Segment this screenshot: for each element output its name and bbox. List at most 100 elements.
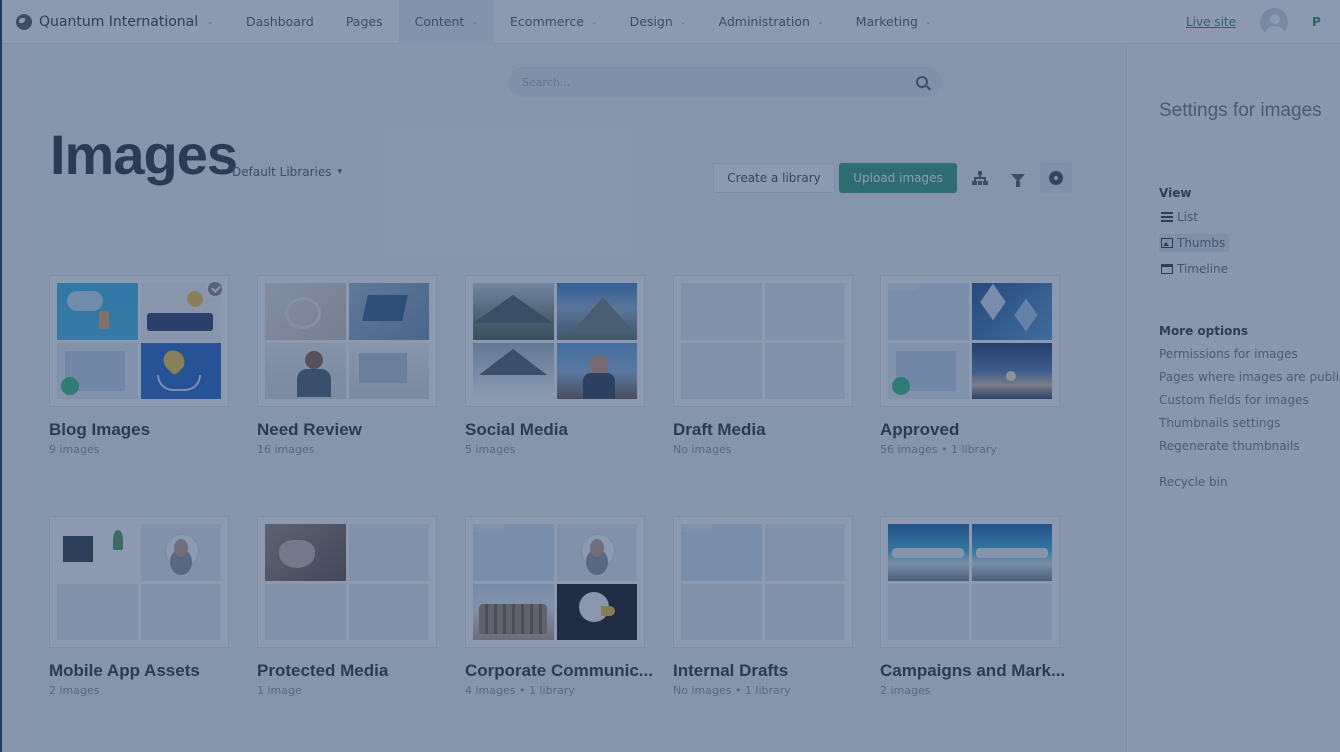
create-library-button[interactable]: Create a library — [713, 163, 835, 193]
library-card[interactable]: Campaigns and Mark... 2 images — [880, 516, 1065, 697]
view-option-list[interactable]: List — [1159, 208, 1229, 226]
library-thumbnail[interactable] — [880, 275, 1060, 407]
view-option-label: Timeline — [1177, 262, 1229, 276]
library-thumbnail[interactable] — [465, 516, 645, 648]
library-thumbnail[interactable] — [257, 516, 437, 648]
nav-item-pages[interactable]: Pages — [330, 0, 399, 44]
image-preview — [265, 283, 346, 340]
more-option-link[interactable]: Thumbnails settings — [1159, 416, 1340, 430]
library-thumbnail[interactable] — [673, 275, 853, 407]
library-thumbnail[interactable] — [465, 275, 645, 407]
nav-item-label: Marketing — [855, 14, 918, 29]
image-preview — [140, 524, 221, 581]
search-input[interactable] — [522, 75, 916, 89]
recycle-bin-link[interactable]: Recycle bin — [1159, 475, 1340, 489]
more-option-link[interactable]: Permissions for images — [1159, 347, 1340, 361]
more-option-link[interactable]: Custom fields for images — [1159, 393, 1340, 407]
nav-item-marketing[interactable]: Marketing ⌄ — [840, 0, 948, 44]
library-meta: 16 images — [257, 443, 315, 456]
top-navigation-bar: Quantum International ⌄ Dashboard Pages Co… — [0, 0, 1340, 44]
library-card[interactable]: Social Media 5 images — [465, 275, 645, 456]
library-meta: 5 images — [465, 443, 516, 456]
panel-title: Settings for images — [1159, 100, 1322, 121]
library-name[interactable]: Approved — [880, 420, 1060, 440]
library-thumbnail[interactable] — [257, 275, 437, 407]
library-card[interactable]: Approved 56 images • 1 library — [880, 275, 1060, 456]
library-name[interactable]: Draft Media — [673, 420, 853, 440]
library-thumbnail[interactable] — [880, 516, 1060, 648]
nav-item-dashboard[interactable]: Dashboard — [230, 0, 330, 44]
library-card[interactable]: Draft Media No images — [673, 275, 853, 456]
structure-button[interactable] — [964, 163, 996, 193]
check-circle-icon[interactable] — [206, 280, 224, 298]
empty-preview — [57, 583, 138, 640]
library-name[interactable]: Social Media — [465, 420, 645, 440]
library-card[interactable]: Need Review 16 images — [257, 275, 437, 456]
nav-item-administration[interactable]: Administration ⌄ — [703, 0, 840, 44]
chevron-down-icon: ⌄ — [924, 17, 932, 26]
empty-preview — [764, 283, 845, 340]
nav-item-label: Design — [629, 14, 673, 29]
more-options-heading: More options — [1159, 324, 1249, 338]
library-card[interactable]: Mobile App Assets 2 images — [49, 516, 229, 697]
user-avatar[interactable] — [1258, 6, 1290, 38]
library-selector-label: Default Libraries — [232, 165, 332, 179]
library-name[interactable]: Corporate Communic... — [465, 661, 653, 681]
view-options: List Thumbs Timeline — [1159, 208, 1340, 278]
empty-preview — [971, 583, 1052, 640]
library-thumbnail[interactable] — [49, 275, 229, 407]
more-option-link[interactable]: Regenerate thumbnails — [1159, 439, 1340, 453]
gear-icon — [1049, 171, 1063, 185]
library-name[interactable]: Blog Images — [49, 420, 229, 440]
image-preview — [556, 583, 637, 640]
chevron-down-icon: ⌄ — [471, 17, 479, 26]
extra-menu-item[interactable]: P — [1312, 15, 1340, 29]
image-preview — [473, 583, 554, 640]
library-name[interactable]: Internal Drafts — [673, 661, 853, 681]
view-option-label: Thumbs — [1177, 236, 1226, 250]
library-meta: 1 image — [257, 684, 302, 697]
library-meta: 2 images — [880, 684, 931, 697]
library-name[interactable]: Mobile App Assets — [49, 661, 229, 681]
nav-item-content[interactable]: Content ⌄ — [398, 0, 495, 44]
settings-button[interactable] — [1040, 163, 1072, 193]
library-card[interactable]: Protected Media 1 image — [257, 516, 437, 697]
library-meta: 9 images — [49, 443, 100, 456]
search-icon[interactable] — [916, 76, 928, 88]
library-name[interactable]: Protected Media — [257, 661, 437, 681]
site-selector[interactable]: Quantum International ⌄ — [0, 0, 230, 44]
chevron-down-icon: ⌄ — [206, 16, 214, 27]
library-name[interactable]: Campaigns and Mark... — [880, 661, 1065, 681]
sitemap-icon — [972, 171, 988, 185]
nav-item-design[interactable]: Design ⌄ — [614, 0, 703, 44]
library-selector[interactable]: Default Libraries ▾ — [232, 165, 342, 179]
library-card[interactable]: Corporate Communic... 4 images • 1 librar… — [465, 516, 653, 697]
view-option-timeline[interactable]: Timeline — [1159, 260, 1229, 278]
image-preview — [57, 524, 138, 581]
more-option-link[interactable]: Pages where images are publis — [1159, 370, 1340, 384]
library-thumbnail[interactable] — [673, 516, 853, 648]
top-right-area: Live site P — [1186, 0, 1340, 44]
image-preview — [556, 524, 637, 581]
upload-images-button[interactable]: Upload images — [839, 163, 957, 193]
library-card[interactable]: Blog Images 9 images — [49, 275, 229, 456]
library-thumbnail[interactable] — [49, 516, 229, 648]
library-meta: 4 images • 1 library — [465, 684, 575, 697]
view-option-thumbs[interactable]: Thumbs — [1159, 234, 1229, 252]
library-meta: No images • 1 library — [673, 684, 791, 697]
window-edge — [0, 0, 2, 752]
nav-item-label: Pages — [345, 14, 383, 29]
nav-item-label: Administration — [718, 14, 810, 29]
library-name[interactable]: Need Review — [257, 420, 437, 440]
nav-item-ecommerce[interactable]: Ecommerce ⌄ — [494, 0, 614, 44]
empty-preview — [681, 342, 762, 399]
library-card[interactable]: Internal Drafts No images • 1 library — [673, 516, 853, 697]
caret-down-icon: ▾ — [337, 167, 343, 177]
live-site-link[interactable]: Live site — [1186, 15, 1236, 29]
filter-button[interactable] — [1002, 163, 1034, 193]
search-bar — [508, 67, 942, 97]
settings-panel: Settings for images View List Thumbs Timel… — [1126, 44, 1340, 752]
empty-preview — [140, 583, 221, 640]
image-preview — [473, 283, 554, 340]
empty-preview — [764, 524, 845, 581]
